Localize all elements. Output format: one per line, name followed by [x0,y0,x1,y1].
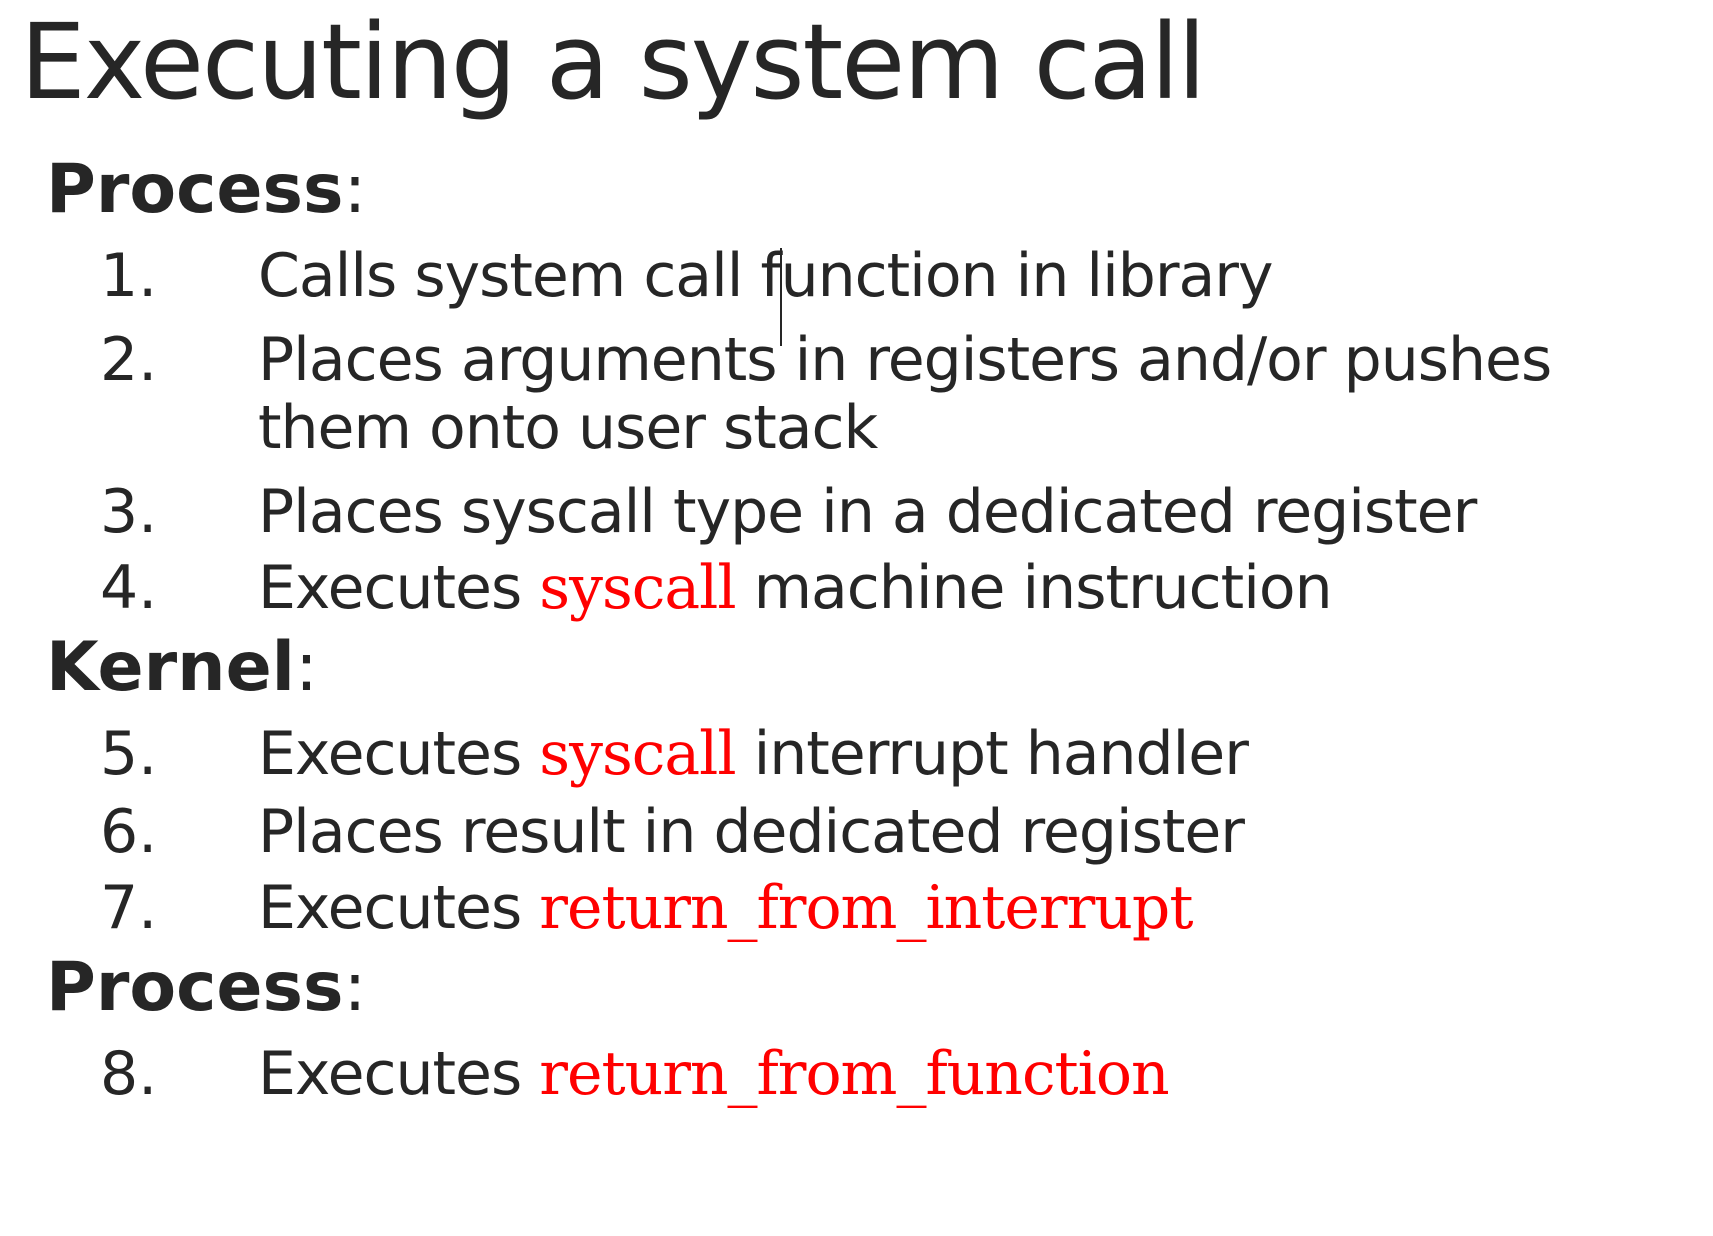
step-text: Executes return_from_function [258,1038,1170,1110]
slide: Executing a system call Process: 1. Call… [0,0,1713,1236]
code-keyword: return_from_function [539,1039,1169,1109]
section-heading-kernel: Kernel: [46,628,318,708]
section-heading-colon: : [295,628,318,707]
code-keyword: syscall [539,553,736,623]
step-text-prefix: Executes [258,553,540,623]
step-number: 1. [100,241,158,311]
step-number: 7. [100,873,158,943]
step-text: Executes syscall machine instruction [258,552,1333,624]
step-number: 5. [100,719,158,789]
section-heading-process: Process: [46,948,366,1028]
code-keyword: return_from_interrupt [539,873,1193,943]
step-number: 6. [100,797,158,867]
step-text-line-2: them onto user stack [258,393,878,463]
section-heading-colon: : [343,948,367,1027]
step-text-suffix: interrupt handler [735,719,1249,789]
step-number: 2. [100,325,158,395]
step-text: Executes return_from_interrupt [258,872,1193,944]
section-heading-label: Kernel [46,628,295,707]
section-heading-label: Process [46,948,344,1027]
step-text: Calls system call function in library [258,241,1273,311]
section-heading-label: Process [46,150,344,229]
step-number: 8. [100,1039,158,1109]
step-text: Places syscall type in a dedicated regis… [258,477,1477,547]
step-text: Places result in dedicated register [258,797,1245,867]
step-text-prefix: Executes [258,719,540,789]
section-heading-process: Process: [46,150,366,230]
step-text-prefix: Executes [258,1039,540,1109]
step-number: 3. [100,477,158,547]
step-text: Executes syscall interrupt handler [258,718,1249,790]
step-text-suffix: machine instruction [735,553,1333,623]
code-keyword: syscall [539,719,736,789]
step-text-line-1: Places arguments in registers and/or pus… [258,325,1552,395]
step-text-prefix: Executes [258,873,540,943]
section-heading-colon: : [343,150,367,229]
step-number: 4. [100,553,158,623]
slide-title: Executing a system call [20,1,1206,123]
